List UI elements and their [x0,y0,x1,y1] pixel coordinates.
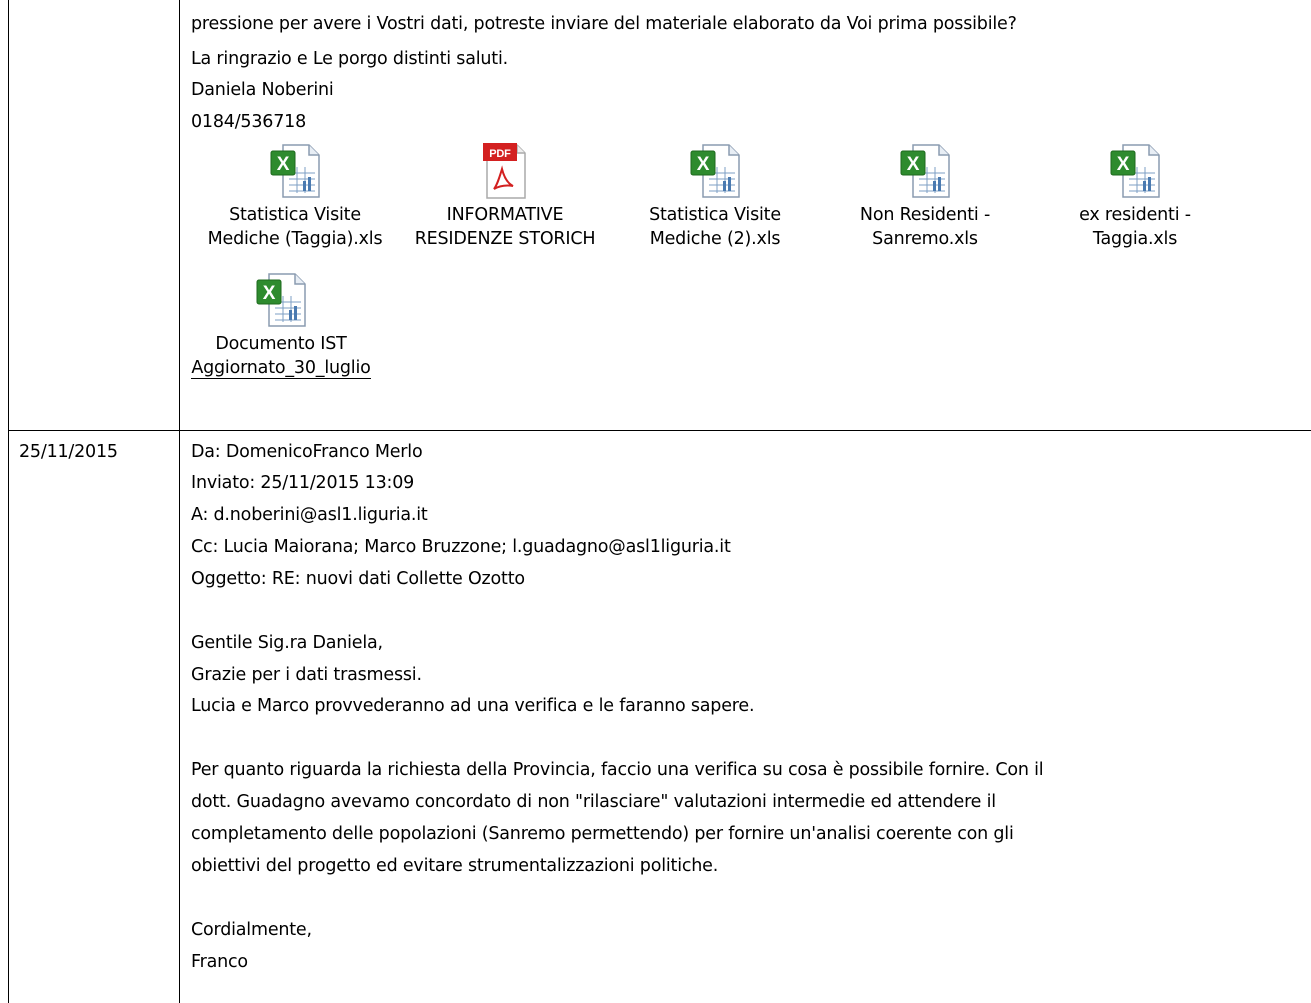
excel-icon: X [1107,143,1163,201]
attachment-name-line1: Non Residenti - [859,205,991,225]
attachment-xls-documento-ist[interactable]: X Documento IST Aggiornato_30_luglio [176,272,386,380]
body-line: Gentile Sig.ra Daniela, [191,633,383,653]
attachment-name-line1: Statistica Visite [229,205,361,225]
svg-text:X: X [907,154,920,175]
attachment-name-line2: Aggiornato_30_luglio [176,356,386,380]
email-cc: Cc: Lucia Maiorana; Marco Bruzzone; l.gu… [191,537,731,557]
excel-icon: X [267,143,323,201]
attachment-xls-ex-residenti[interactable]: X ex residenti - Taggia.xls [1030,143,1240,251]
svg-text:X: X [697,154,710,175]
body-line: Grazie per i dati trasmessi. [191,665,422,685]
body-line: obiettivi del progetto ed evitare strume… [191,856,719,876]
body-line: Lucia e Marco provvederanno ad una verif… [191,696,755,716]
pdf-icon: PDF [477,143,533,201]
body-line: completamento delle popolazioni (Sanremo… [191,824,1014,844]
excel-icon: X [253,272,309,330]
attachment-name-line2: Sanremo.xls [872,229,978,249]
column-divider [179,0,180,1003]
excel-icon: X [687,143,743,201]
attachment-name-line2: RESIDENZE STORICH [400,227,610,251]
email-to: A: d.noberini@asl1.liguria.it [191,505,428,525]
svg-text:X: X [1117,154,1130,175]
attachment-xls-statistica-taggia[interactable]: X Statistica Visite Mediche (Taggia).xls [190,143,400,251]
attachment-xls-non-residenti[interactable]: X Non Residenti - Sanremo.xls [820,143,1030,251]
excel-icon: X [897,143,953,201]
svg-text:X: X [263,283,276,304]
attachment-name-line2: Taggia.xls [1092,229,1178,249]
email-sent: Inviato: 25/11/2015 13:09 [191,473,415,493]
attachment-name-line1: Statistica Visite [649,205,781,225]
row2-date: 25/11/2015 [19,442,118,462]
closing-line: Cordialmente, [191,920,312,940]
email-subject: Oggetto: RE: nuovi dati Collette Ozotto [191,569,525,589]
attachment-name-underlined: Aggiornato_30_luglio [191,358,371,379]
sender-phone: 0184/536718 [191,112,307,132]
attachment-name-line1: Documento IST [215,334,347,354]
attachment-name-line1: INFORMATIVE [446,205,564,225]
attachment-name-line2: Mediche (Taggia).xls [207,229,383,249]
row-divider [8,430,1311,431]
pdf-badge-text: PDF [489,148,511,160]
message-line: La ringrazio e Le porgo distinti saluti. [191,49,508,69]
email-from: Da: DomenicoFranco Merlo [191,442,423,462]
table-left-border [8,0,9,1003]
body-line: dott. Guadagno avevamo concordato di non… [191,792,996,812]
body-line: Per quanto riguarda la richiesta della P… [191,760,1044,780]
signature: Franco [191,952,248,972]
email-log-table: pressione per avere i Vostri dati, potre… [0,0,1311,1003]
message-line: pressione per avere i Vostri dati, potre… [191,14,1017,34]
svg-text:X: X [277,154,290,175]
attachment-xls-statistica-2[interactable]: X Statistica Visite Mediche (2).xls [610,143,820,251]
attachment-name-line2: Mediche (2).xls [649,229,781,249]
sender-name: Daniela Noberini [191,80,334,100]
attachment-pdf-informative[interactable]: PDF INFORMATIVE RESIDENZE STORICH [400,143,610,251]
attachment-name-truncated: RESIDENZE STORICH [414,229,596,249]
attachment-name-line1: ex residenti - [1079,205,1191,225]
